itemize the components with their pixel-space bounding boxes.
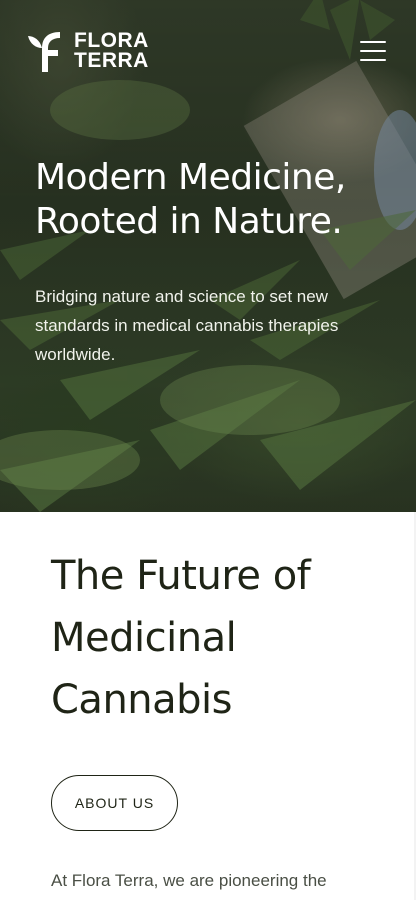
intro-paragraph: At Flora Terra, we are pioneering the <box>51 871 327 890</box>
section-title-line-2: Medicinal <box>51 615 237 661</box>
about-us-button[interactable]: ABOUT US <box>51 775 178 831</box>
menu-bar-middle <box>360 50 386 52</box>
hamburger-menu-icon[interactable] <box>356 38 390 64</box>
menu-bar-top <box>360 41 386 43</box>
leaf-f-logo-icon <box>28 32 60 72</box>
hero-section: FLORA TERRA Modern Medicine, Rooted in N… <box>0 0 416 512</box>
section-title-line-3: Cannabis <box>51 677 233 723</box>
hero-title: Modern Medicine, Rooted in Nature. <box>35 156 395 244</box>
hero-title-line-2: Rooted in Nature. <box>35 201 343 242</box>
brand-line-1: FLORA <box>74 29 149 52</box>
brand-logo[interactable]: FLORA TERRA <box>24 28 149 74</box>
section-title-line-1: The Future of <box>51 553 311 599</box>
section-title: The Future of Medicinal Cannabis <box>51 545 391 731</box>
brand-line-2: TERRA <box>74 49 149 72</box>
hero-subtitle: Bridging nature and science to set new s… <box>35 287 339 364</box>
hero-title-line-1: Modern Medicine, <box>35 157 346 198</box>
brand-wordmark: FLORA TERRA <box>74 29 149 72</box>
menu-bar-bottom <box>360 59 386 61</box>
hero-overlay <box>0 0 416 512</box>
